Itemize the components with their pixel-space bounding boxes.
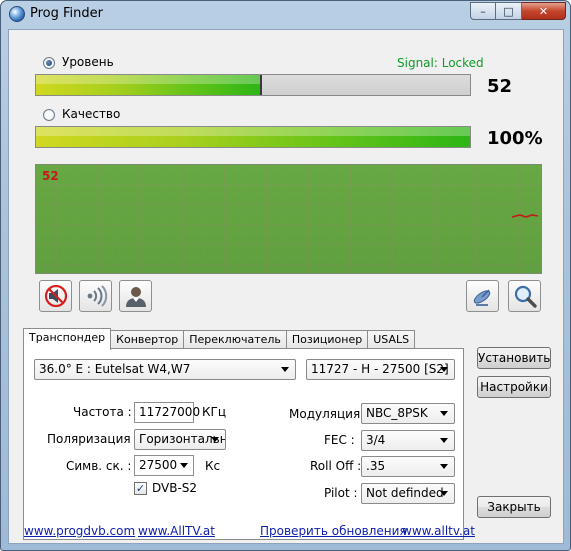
frequency-input[interactable]: 11727000	[134, 402, 200, 423]
tab-strip: Транспондер Конвертор Переключатель Пози…	[23, 328, 416, 350]
window-frame: Prog Finder – □ ✕ Уровень Signal: Locked…	[0, 0, 571, 551]
client-area: Уровень Signal: Locked 52 Качество 100% …	[8, 29, 564, 544]
quality-bar-fill	[36, 127, 470, 147]
tab-switch[interactable]: Переключатель	[183, 330, 287, 349]
minimize-icon: –	[480, 4, 486, 18]
close-icon: ✕	[538, 4, 549, 18]
maximize-icon: □	[503, 4, 514, 18]
search-button[interactable]	[508, 280, 541, 312]
dvbs2-checkbox[interactable]: ✓	[134, 482, 147, 495]
satellite-dish-icon	[473, 289, 490, 306]
pilot-label: Pilot :	[324, 486, 358, 500]
link-check-updates[interactable]: Проверить обновления	[260, 524, 407, 538]
satellite-dish-button[interactable]	[466, 280, 499, 312]
symbol-rate-unit: Кс	[205, 459, 221, 473]
rolloff-select[interactable]: .35	[361, 456, 455, 477]
signal-trace	[511, 214, 539, 218]
transponder-select[interactable]: 11727 - H - 27500 [S2]	[306, 359, 455, 380]
app-icon	[9, 6, 25, 22]
user-button[interactable]	[119, 280, 152, 312]
symbol-rate-value: 27500	[139, 458, 178, 472]
frequency-unit: КГц	[202, 405, 227, 419]
signal-status: Signal: Locked	[397, 56, 484, 70]
modulation-label: Модуляция :	[289, 407, 369, 421]
frequency-label: Частота :	[73, 405, 132, 419]
tab-positioner[interactable]: Позиционер	[285, 330, 369, 349]
transponder-panel: 36.0° E : Eutelsat W4,W7 11727 - H - 275…	[23, 348, 464, 540]
signal-sound-icon	[87, 285, 107, 307]
fec-select-value: 3/4	[366, 433, 386, 447]
symbol-rate-label: Симв. ск. :	[66, 459, 132, 473]
close-button[interactable]: Закрыть	[477, 496, 551, 518]
level-label: Уровень	[62, 55, 114, 69]
pilot-select[interactable]: Not definded	[361, 483, 455, 504]
fec-select[interactable]: 3/4	[361, 430, 455, 451]
signal-graph: 52	[35, 164, 542, 274]
symbol-rate-input[interactable]: 27500	[134, 455, 194, 476]
maximize-button[interactable]: □	[496, 2, 522, 20]
mute-button[interactable]	[39, 280, 72, 312]
quality-bar	[35, 126, 471, 148]
mute-icon	[44, 284, 67, 308]
transponder-select-value: 11727 - H - 27500 [S2]	[311, 362, 449, 376]
modulation-select[interactable]: NBC_8PSK	[361, 403, 455, 424]
rolloff-label: Roll Off :	[310, 459, 362, 473]
satellite-select[interactable]: 36.0° E : Eutelsat W4,W7	[34, 359, 296, 380]
quality-value: 100%	[487, 128, 543, 149]
pilot-select-value: Not definded	[366, 486, 444, 500]
rolloff-select-value: .35	[366, 459, 386, 473]
tab-usals[interactable]: USALS	[367, 330, 416, 349]
level-bar-fill	[36, 75, 262, 95]
link-alltv-upper[interactable]: www.AllTV.at	[138, 524, 215, 538]
install-button[interactable]: Установить	[477, 347, 551, 369]
signal-sound-button[interactable]	[79, 280, 112, 312]
minimize-button[interactable]: –	[470, 2, 496, 20]
settings-button[interactable]: Настройки	[477, 376, 551, 398]
title-bar[interactable]: Prog Finder – □ ✕	[1, 1, 571, 27]
link-progdvb[interactable]: www.progdvb.com	[24, 524, 135, 538]
close-window-button[interactable]: ✕	[522, 2, 566, 20]
link-alltv[interactable]: www.alltv.at	[402, 524, 475, 538]
tab-transponder[interactable]: Транспондер	[23, 328, 112, 350]
window-title: Prog Finder	[30, 6, 103, 21]
satellite-select-value: 36.0° E : Eutelsat W4,W7	[39, 362, 191, 376]
quality-label: Качество	[62, 107, 121, 121]
polarization-select[interactable]: Горизонтальн	[134, 429, 226, 450]
level-value: 52	[487, 76, 513, 97]
modulation-select-value: NBC_8PSK	[366, 406, 428, 420]
polarization-label: Поляризация :	[47, 432, 139, 446]
user-icon	[125, 287, 146, 307]
fec-label: FEC :	[324, 433, 355, 447]
magnifier-icon	[514, 285, 537, 308]
quality-radio[interactable]	[43, 109, 55, 121]
tab-converter[interactable]: Конвертор	[110, 330, 185, 349]
level-bar	[35, 74, 471, 96]
dvbs2-label: DVB-S2	[152, 481, 198, 495]
level-radio[interactable]	[43, 57, 55, 69]
